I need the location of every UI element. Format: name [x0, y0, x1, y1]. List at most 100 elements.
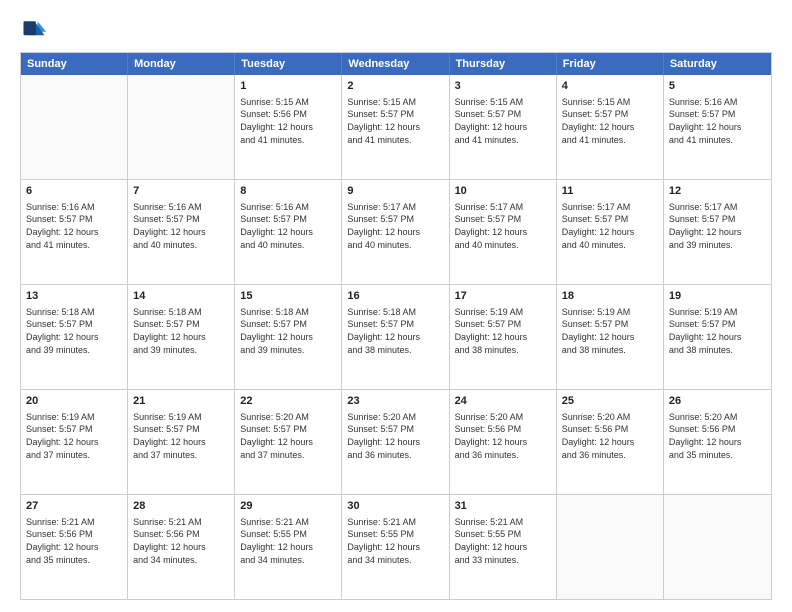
- day-cell: 15 Sunrise: 5:18 AMSunset: 5:57 PMDayligh…: [235, 285, 342, 389]
- day-cell: 18 Sunrise: 5:19 AMSunset: 5:57 PMDayligh…: [557, 285, 664, 389]
- day-number: 2: [347, 79, 443, 94]
- day-cell: 27 Sunrise: 5:21 AMSunset: 5:56 PMDayligh…: [21, 495, 128, 599]
- day-number: 1: [240, 79, 336, 94]
- calendar-row: 13 Sunrise: 5:18 AMSunset: 5:57 PMDayligh…: [21, 284, 771, 389]
- day-info: Sunrise: 5:21 AMSunset: 5:56 PMDaylight:…: [133, 516, 229, 566]
- calendar: SundayMondayTuesdayWednesdayThursdayFrid…: [20, 52, 772, 600]
- day-number: 16: [347, 289, 443, 304]
- weekday-header: Sunday: [21, 53, 128, 75]
- day-info: Sunrise: 5:20 AMSunset: 5:56 PMDaylight:…: [455, 411, 551, 461]
- weekday-header: Friday: [557, 53, 664, 75]
- day-cell: 26Sunrise: 5:20 AMSunset: 5:56 PMDayligh…: [664, 390, 771, 494]
- day-info: Sunrise: 5:21 AMSunset: 5:55 PMDaylight:…: [347, 516, 443, 566]
- day-number: 6: [26, 184, 122, 199]
- day-cell: 7Sunrise: 5:16 AMSunset: 5:57 PMDaylight…: [128, 180, 235, 284]
- day-number: 7: [133, 184, 229, 199]
- day-info: Sunrise: 5:17 AMSunset: 5:57 PMDaylight:…: [455, 201, 551, 251]
- day-cell: 3 Sunrise: 5:15 AMSunset: 5:57 PMDaylight…: [450, 75, 557, 179]
- day-cell: 14 Sunrise: 5:18 AMSunset: 5:57 PMDayligh…: [128, 285, 235, 389]
- day-info: Sunrise: 5:18 AMSunset: 5:57 PMDaylight:…: [240, 306, 336, 356]
- day-number: 9: [347, 184, 443, 199]
- day-cell: 4Sunrise: 5:15 AMSunset: 5:57 PMDaylight…: [557, 75, 664, 179]
- calendar-row: 1 Sunrise: 5:15 AMSunset: 5:56 PMDaylight…: [21, 75, 771, 179]
- day-cell: 13 Sunrise: 5:18 AMSunset: 5:57 PMDayligh…: [21, 285, 128, 389]
- day-number: 25: [562, 394, 658, 409]
- day-number: 15: [240, 289, 336, 304]
- day-cell: 8Sunrise: 5:16 AMSunset: 5:57 PMDaylight…: [235, 180, 342, 284]
- day-info: Sunrise: 5:20 AMSunset: 5:57 PMDaylight:…: [240, 411, 336, 461]
- weekday-header: Tuesday: [235, 53, 342, 75]
- calendar-row: 6 Sunrise: 5:16 AMSunset: 5:57 PMDaylight…: [21, 179, 771, 284]
- day-info: Sunrise: 5:19 AMSunset: 5:57 PMDaylight:…: [562, 306, 658, 356]
- day-cell: 23 Sunrise: 5:20 AMSunset: 5:57 PMDayligh…: [342, 390, 449, 494]
- day-number: 13: [26, 289, 122, 304]
- weekday-header: Wednesday: [342, 53, 449, 75]
- day-cell: 5 Sunrise: 5:16 AMSunset: 5:57 PMDaylight…: [664, 75, 771, 179]
- day-number: 24: [455, 394, 551, 409]
- day-cell: 20 Sunrise: 5:19 AMSunset: 5:57 PMDayligh…: [21, 390, 128, 494]
- day-info: Sunrise: 5:16 AMSunset: 5:57 PMDaylight:…: [669, 96, 766, 146]
- day-number: 23: [347, 394, 443, 409]
- day-info: Sunrise: 5:17 AMSunset: 5:57 PMDaylight:…: [347, 201, 443, 251]
- empty-cell: [557, 495, 664, 599]
- page: SundayMondayTuesdayWednesdayThursdayFrid…: [0, 0, 792, 612]
- header: [20, 16, 772, 44]
- day-info: Sunrise: 5:19 AMSunset: 5:57 PMDaylight:…: [669, 306, 766, 356]
- day-info: Sunrise: 5:21 AMSunset: 5:56 PMDaylight:…: [26, 516, 122, 566]
- weekday-header: Thursday: [450, 53, 557, 75]
- day-info: Sunrise: 5:19 AMSunset: 5:57 PMDaylight:…: [26, 411, 122, 461]
- empty-cell: [21, 75, 128, 179]
- day-cell: 12 Sunrise: 5:17 AMSunset: 5:57 PMDayligh…: [664, 180, 771, 284]
- day-cell: 2Sunrise: 5:15 AMSunset: 5:57 PMDaylight…: [342, 75, 449, 179]
- day-cell: 25 Sunrise: 5:20 AMSunset: 5:56 PMDayligh…: [557, 390, 664, 494]
- day-info: Sunrise: 5:19 AMSunset: 5:57 PMDaylight:…: [133, 411, 229, 461]
- day-info: Sunrise: 5:15 AMSunset: 5:57 PMDaylight:…: [562, 96, 658, 146]
- day-cell: 21 Sunrise: 5:19 AMSunset: 5:57 PMDayligh…: [128, 390, 235, 494]
- day-info: Sunrise: 5:17 AMSunset: 5:57 PMDaylight:…: [562, 201, 658, 251]
- day-info: Sunrise: 5:16 AMSunset: 5:57 PMDaylight:…: [240, 201, 336, 251]
- empty-cell: [664, 495, 771, 599]
- weekday-header: Monday: [128, 53, 235, 75]
- day-number: 21: [133, 394, 229, 409]
- day-info: Sunrise: 5:17 AMSunset: 5:57 PMDaylight:…: [669, 201, 766, 251]
- logo: [20, 16, 52, 44]
- day-number: 3: [455, 79, 551, 94]
- day-info: Sunrise: 5:15 AMSunset: 5:57 PMDaylight:…: [455, 96, 551, 146]
- day-number: 27: [26, 499, 122, 514]
- day-cell: 9 Sunrise: 5:17 AMSunset: 5:57 PMDaylight…: [342, 180, 449, 284]
- day-number: 17: [455, 289, 551, 304]
- day-number: 29: [240, 499, 336, 514]
- day-info: Sunrise: 5:15 AMSunset: 5:56 PMDaylight:…: [240, 96, 336, 146]
- day-number: 5: [669, 79, 766, 94]
- day-number: 14: [133, 289, 229, 304]
- day-number: 10: [455, 184, 551, 199]
- day-number: 26: [669, 394, 766, 409]
- day-cell: 16 Sunrise: 5:18 AMSunset: 5:57 PMDayligh…: [342, 285, 449, 389]
- day-number: 19: [669, 289, 766, 304]
- day-info: Sunrise: 5:18 AMSunset: 5:57 PMDaylight:…: [133, 306, 229, 356]
- day-number: 18: [562, 289, 658, 304]
- day-number: 31: [455, 499, 551, 514]
- day-info: Sunrise: 5:21 AMSunset: 5:55 PMDaylight:…: [240, 516, 336, 566]
- day-cell: 29 Sunrise: 5:21 AMSunset: 5:55 PMDayligh…: [235, 495, 342, 599]
- day-cell: 1 Sunrise: 5:15 AMSunset: 5:56 PMDaylight…: [235, 75, 342, 179]
- day-info: Sunrise: 5:18 AMSunset: 5:57 PMDaylight:…: [347, 306, 443, 356]
- day-info: Sunrise: 5:21 AMSunset: 5:55 PMDaylight:…: [455, 516, 551, 566]
- day-cell: 11Sunrise: 5:17 AMSunset: 5:57 PMDayligh…: [557, 180, 664, 284]
- day-cell: 30Sunrise: 5:21 AMSunset: 5:55 PMDayligh…: [342, 495, 449, 599]
- calendar-header: SundayMondayTuesdayWednesdayThursdayFrid…: [21, 53, 771, 75]
- day-info: Sunrise: 5:20 AMSunset: 5:56 PMDaylight:…: [562, 411, 658, 461]
- calendar-row: 27 Sunrise: 5:21 AMSunset: 5:56 PMDayligh…: [21, 494, 771, 599]
- day-number: 20: [26, 394, 122, 409]
- day-cell: 28Sunrise: 5:21 AMSunset: 5:56 PMDayligh…: [128, 495, 235, 599]
- day-info: Sunrise: 5:19 AMSunset: 5:57 PMDaylight:…: [455, 306, 551, 356]
- empty-cell: [128, 75, 235, 179]
- day-number: 22: [240, 394, 336, 409]
- day-cell: 19 Sunrise: 5:19 AMSunset: 5:57 PMDayligh…: [664, 285, 771, 389]
- day-info: Sunrise: 5:18 AMSunset: 5:57 PMDaylight:…: [26, 306, 122, 356]
- day-number: 12: [669, 184, 766, 199]
- day-info: Sunrise: 5:20 AMSunset: 5:57 PMDaylight:…: [347, 411, 443, 461]
- day-cell: 10 Sunrise: 5:17 AMSunset: 5:57 PMDayligh…: [450, 180, 557, 284]
- day-cell: 6Sunrise: 5:16 AMSunset: 5:57 PMDaylight…: [21, 180, 128, 284]
- day-cell: 31 Sunrise: 5:21 AMSunset: 5:55 PMDayligh…: [450, 495, 557, 599]
